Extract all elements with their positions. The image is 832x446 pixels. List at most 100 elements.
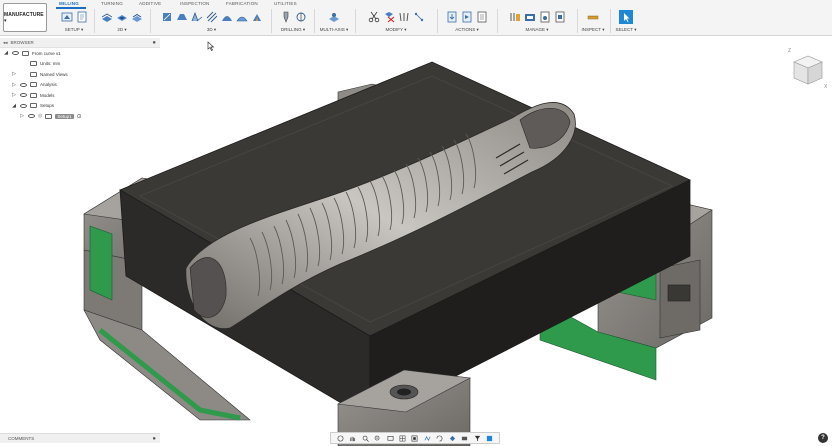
tree-item-analysis[interactable]: ▷ Analysis <box>0 80 160 91</box>
tab-turning[interactable]: TURNING <box>101 1 123 6</box>
active-target-icon[interactable]: ⊙ <box>77 113 82 120</box>
post-process-icon[interactable] <box>476 11 488 23</box>
post-library-icon[interactable] <box>539 11 551 23</box>
expand-toggle-icon[interactable]: ▷ <box>11 82 17 88</box>
svg-text:Z: Z <box>788 48 791 54</box>
scallop-icon[interactable] <box>221 11 233 23</box>
fit-icon[interactable] <box>374 435 381 442</box>
tab-inspection[interactable]: INSPECTION <box>180 1 210 6</box>
hole-recognition-icon[interactable] <box>295 11 307 23</box>
drill-icon[interactable] <box>280 11 292 23</box>
measure-icon[interactable] <box>587 11 599 23</box>
workspace-switcher[interactable]: MANUFACTURE ▾ <box>3 3 47 32</box>
section-icon[interactable] <box>461 435 468 442</box>
visibility-eye-icon[interactable] <box>12 51 19 56</box>
pan-hand-icon[interactable] <box>349 435 356 442</box>
stock-display-icon[interactable] <box>449 435 456 442</box>
3d-adaptive-icon[interactable] <box>161 11 173 23</box>
document-icon <box>22 50 29 56</box>
toolpath-display-icon[interactable] <box>424 435 431 442</box>
select-group-label[interactable]: SELECT ▾ <box>612 27 640 33</box>
setup-sheet-icon[interactable] <box>76 11 88 23</box>
2d-group-label[interactable]: 2D ▾ <box>96 27 148 33</box>
modify-group-label[interactable]: MODIFY ▾ <box>358 27 434 33</box>
selection-mode-icon[interactable] <box>486 435 493 442</box>
select-cursor-icon[interactable] <box>619 10 633 24</box>
steep-and-shallow-icon[interactable] <box>191 11 203 23</box>
models-label: Models <box>40 92 55 98</box>
expand-toggle-icon[interactable]: ▷ <box>11 71 17 77</box>
multi-axis-contour-icon[interactable] <box>328 11 340 23</box>
manage-group-label[interactable]: MANAGE ▾ <box>500 27 574 33</box>
tree-item-setups[interactable]: ◢ Setups <box>0 101 160 112</box>
3d-pocket-icon[interactable] <box>176 11 188 23</box>
actions-group-label[interactable]: ACTIONS ▾ <box>440 27 494 33</box>
tab-milling[interactable]: MILLING <box>59 1 79 6</box>
named-views-label: Named Views <box>40 71 68 77</box>
tab-fabrication[interactable]: FABRICATION <box>226 1 258 6</box>
3d-group-label[interactable]: 3D ▾ <box>153 27 270 33</box>
expand-toggle-icon[interactable]: ▷ <box>19 113 25 119</box>
comments-panel[interactable]: COMMENTS ● <box>0 433 160 443</box>
pin-icon[interactable]: ● <box>152 436 156 442</box>
delete-toolpath-icon[interactable] <box>383 11 395 23</box>
visibility-eye-icon[interactable] <box>20 93 27 98</box>
drilling-group-label[interactable]: DRILLING ▾ <box>274 27 312 33</box>
simulate-icon[interactable] <box>461 11 473 23</box>
machine-library-icon[interactable] <box>554 11 566 23</box>
view-cube[interactable]: Z X <box>784 46 828 95</box>
filter-icon[interactable] <box>474 435 481 442</box>
tree-item-setup1[interactable]: ▷ ◎ Setup1 ⊙ <box>0 111 160 122</box>
setup-group-label[interactable]: SETUP ▾ <box>55 27 93 33</box>
scissors-icon[interactable] <box>368 11 380 23</box>
visibility-eye-icon[interactable] <box>20 103 27 108</box>
2d-group: 2D ▾ <box>96 8 148 35</box>
expand-toggle-icon[interactable]: ◢ <box>11 103 17 109</box>
help-icon[interactable]: ? <box>818 433 828 443</box>
tool-library-manage-icon[interactable] <box>509 11 521 23</box>
2d-contour-icon[interactable] <box>131 11 143 23</box>
viewports-icon[interactable] <box>411 435 418 442</box>
generate-icon[interactable] <box>446 11 458 23</box>
pin-icon[interactable]: ● <box>152 40 156 46</box>
2d-pocket-icon[interactable] <box>116 11 128 23</box>
inspect-group: INSPECT ▾ <box>579 8 607 35</box>
drilling-group: DRILLING ▾ <box>274 8 312 35</box>
select-group: SELECT ▾ <box>612 8 640 35</box>
pencil-icon[interactable] <box>235 11 248 23</box>
comments-label: COMMENTS <box>8 436 35 441</box>
collapse-icon[interactable]: ◂◂ <box>3 40 8 46</box>
2d-adaptive-icon[interactable] <box>101 11 113 23</box>
visibility-eye-icon[interactable] <box>20 82 27 87</box>
display-settings-icon[interactable] <box>387 435 394 442</box>
inspect-group-label[interactable]: INSPECT ▾ <box>579 27 607 33</box>
toolbar-divider <box>355 9 356 33</box>
orbit-icon[interactable] <box>337 435 344 442</box>
tree-root[interactable]: ◢ From curve v1 <box>0 48 160 59</box>
template-library-icon[interactable] <box>524 11 536 23</box>
folder-icon <box>30 82 37 88</box>
tree-item-models[interactable]: ▷ Models <box>0 90 160 101</box>
toolbar-divider <box>271 9 272 33</box>
parallel-icon[interactable] <box>206 11 218 23</box>
simulation-icon[interactable] <box>436 435 443 442</box>
setup-group: SETUP ▾ <box>55 8 93 35</box>
units-label: Units: mm <box>40 61 61 67</box>
pattern-icon[interactable] <box>413 11 425 23</box>
actions-group: ACTIONS ▾ <box>440 8 494 35</box>
zoom-icon[interactable] <box>362 435 369 442</box>
tool-library-icon[interactable] <box>398 11 410 23</box>
tree-item-units[interactable]: Units: mm <box>0 59 160 70</box>
multi-axis-group-label[interactable]: MULTI-AXIS ▾ <box>317 27 351 33</box>
browser-header[interactable]: ◂◂ BROWSER ● <box>0 38 160 48</box>
browser-panel: ◂◂ BROWSER ● ◢ From curve v1 Units: mm ▷… <box>0 38 160 122</box>
tab-utilities[interactable]: UTILITIES <box>274 1 297 6</box>
flat-icon[interactable] <box>251 11 263 23</box>
visibility-eye-icon[interactable] <box>28 114 35 119</box>
expand-toggle-icon[interactable]: ◢ <box>3 50 9 56</box>
tree-item-named-views[interactable]: ▷ Named Views <box>0 69 160 80</box>
expand-toggle-icon[interactable]: ▷ <box>11 92 17 98</box>
tab-additive[interactable]: ADDITIVE <box>139 1 161 6</box>
setup-icon[interactable] <box>61 11 73 23</box>
grid-settings-icon[interactable] <box>399 435 406 442</box>
